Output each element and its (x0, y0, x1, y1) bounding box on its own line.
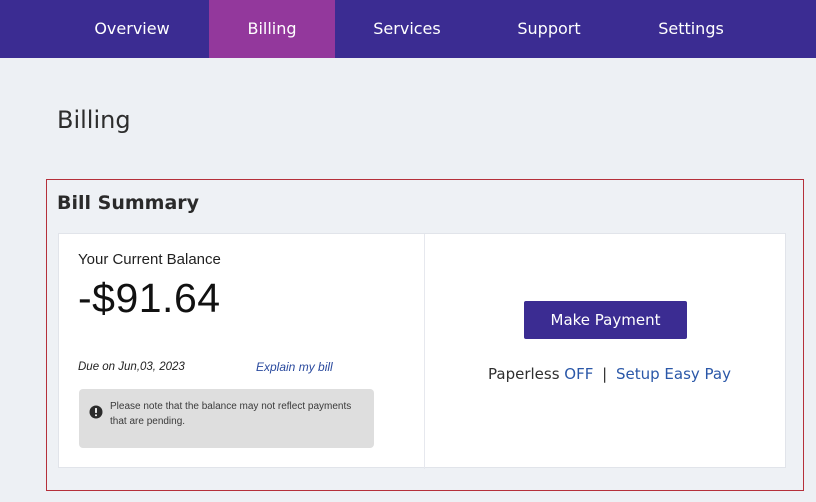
top-navigation: Overview Billing Services Support Settin… (0, 0, 816, 58)
setup-easy-pay-link[interactable]: Setup Easy Pay (616, 365, 731, 383)
notice-text: Please note that the balance may not ref… (110, 401, 352, 427)
link-separator: | (602, 365, 608, 383)
bill-summary-card: Your Current Balance -$91.64 Due on Jun,… (58, 233, 786, 469)
due-date: Due on Jun,03, 2023 (78, 361, 185, 373)
current-balance-label: Your Current Balance (78, 251, 221, 268)
explain-my-bill-link[interactable]: Explain my bill (256, 360, 333, 374)
bill-summary-section: Bill Summary Your Current Balance -$91.6… (46, 179, 804, 491)
pending-payments-notice: Please note that the balance may not ref… (79, 389, 374, 448)
paperless-toggle-link[interactable]: OFF (564, 365, 593, 383)
bill-summary-heading: Bill Summary (57, 192, 200, 214)
tab-billing[interactable]: Billing (209, 0, 335, 58)
make-payment-button[interactable]: Make Payment (524, 301, 687, 339)
exclamation-circle-icon (89, 405, 103, 419)
paperless-label: Paperless (488, 365, 560, 383)
tab-settings[interactable]: Settings (624, 0, 758, 58)
current-balance-amount: -$91.64 (78, 275, 221, 321)
tab-support[interactable]: Support (482, 0, 616, 58)
paperless-row: Paperless OFF | Setup Easy Pay (488, 365, 731, 383)
tab-services[interactable]: Services (342, 0, 472, 58)
page-title: Billing (57, 106, 131, 134)
tab-overview[interactable]: Overview (62, 0, 202, 58)
card-divider (424, 234, 425, 469)
